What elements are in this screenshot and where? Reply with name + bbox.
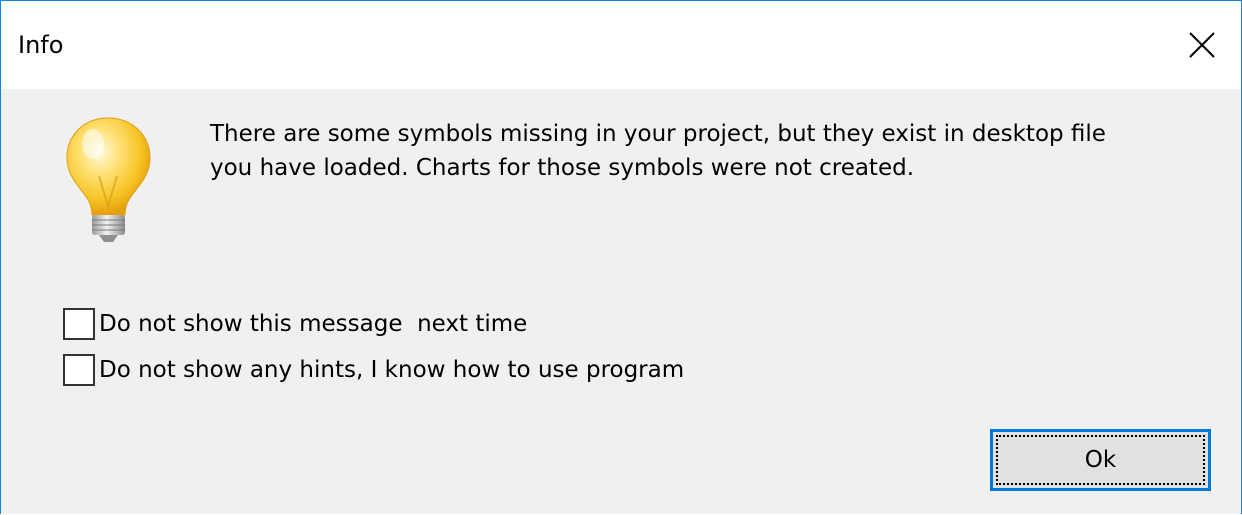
ok-button-label: Ok	[1084, 447, 1117, 473]
dont-show-hints-option[interactable]: Do not show any hints, I know how to use…	[63, 353, 684, 387]
ok-button[interactable]: Ok	[990, 429, 1211, 491]
close-button[interactable]	[1163, 1, 1241, 89]
lightbulb-icon	[66, 117, 151, 242]
dialog-body: There are some symbols missing in your p…	[1, 89, 1241, 514]
dont-show-message-label[interactable]: Do not show this message next time	[99, 307, 527, 341]
message-line-2: you have loaded. Charts for those symbol…	[210, 155, 915, 181]
dont-show-message-option[interactable]: Do not show this message next time	[63, 307, 527, 341]
dont-show-message-checkbox[interactable]	[63, 308, 95, 340]
message-text: There are some symbols missing in your p…	[210, 117, 1220, 185]
close-icon	[1189, 32, 1215, 58]
message-line-1: There are some symbols missing in your p…	[210, 121, 1106, 147]
info-dialog: Info There are some symbols missing in y…	[0, 0, 1242, 514]
dont-show-hints-label[interactable]: Do not show any hints, I know how to use…	[99, 353, 684, 387]
title-bar: Info	[1, 1, 1241, 89]
dont-show-hints-checkbox[interactable]	[63, 354, 95, 386]
dialog-title: Info	[18, 31, 64, 59]
